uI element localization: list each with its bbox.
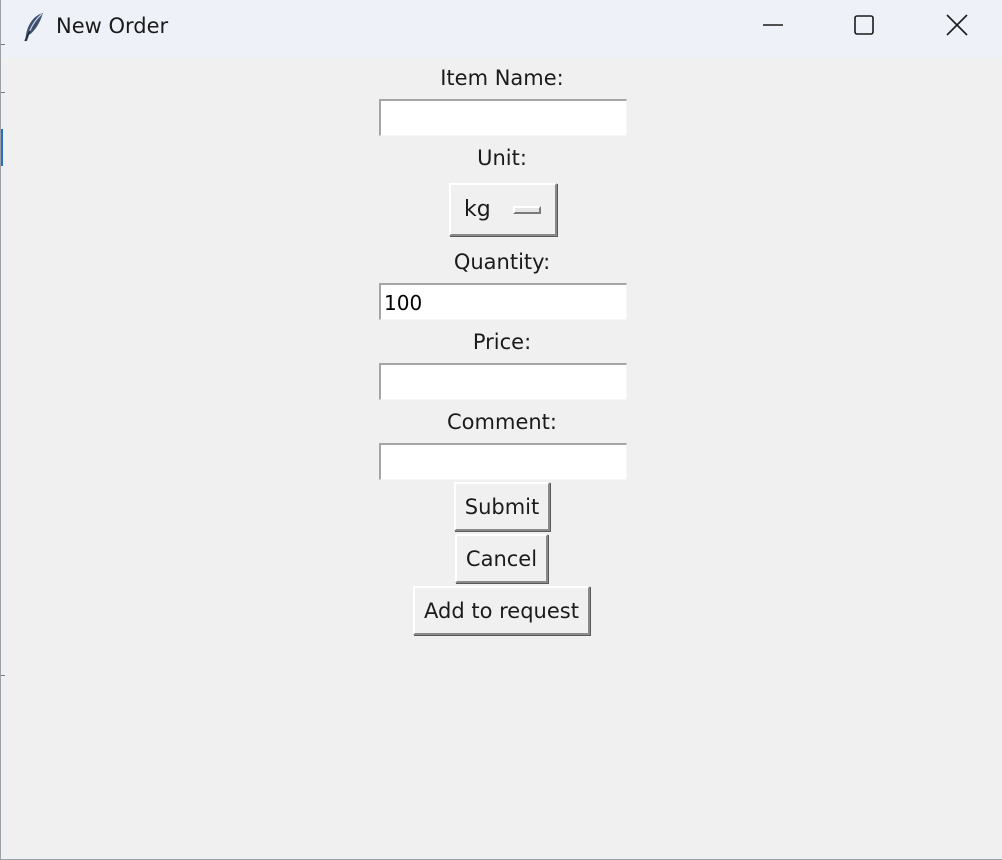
maximize-button[interactable]	[818, 0, 910, 50]
item-name-label: Item Name:	[440, 66, 564, 90]
quantity-input[interactable]	[379, 283, 627, 320]
submit-button[interactable]: Submit	[454, 482, 550, 531]
quantity-label: Quantity:	[453, 250, 551, 274]
edge-tick	[1, 675, 5, 676]
price-input[interactable]	[379, 363, 627, 400]
maximize-icon	[854, 15, 874, 35]
cancel-button[interactable]: Cancel	[455, 534, 548, 583]
unit-label: Unit:	[477, 146, 527, 170]
minimize-icon	[763, 15, 783, 35]
feather-icon	[21, 11, 47, 43]
close-button[interactable]	[911, 0, 1002, 50]
unit-dropdown[interactable]: kg	[449, 183, 557, 236]
minimize-button[interactable]	[727, 0, 819, 50]
comment-label: Comment:	[447, 410, 557, 434]
edge-tick	[1, 44, 5, 45]
comment-input[interactable]	[379, 443, 627, 480]
dropdown-indicator-icon	[513, 206, 541, 214]
edge-tick	[1, 92, 5, 93]
close-icon	[946, 14, 968, 36]
unit-selected-value: kg	[464, 197, 491, 222]
title-bar[interactable]: New Order	[1, 0, 1002, 58]
new-order-window: New Order Item Name: Unit: kg Quantity: …	[0, 0, 1002, 860]
price-label: Price:	[472, 330, 532, 354]
add-to-request-button[interactable]: Add to request	[413, 586, 590, 635]
window-title: New Order	[56, 14, 169, 38]
item-name-input[interactable]	[379, 99, 627, 136]
